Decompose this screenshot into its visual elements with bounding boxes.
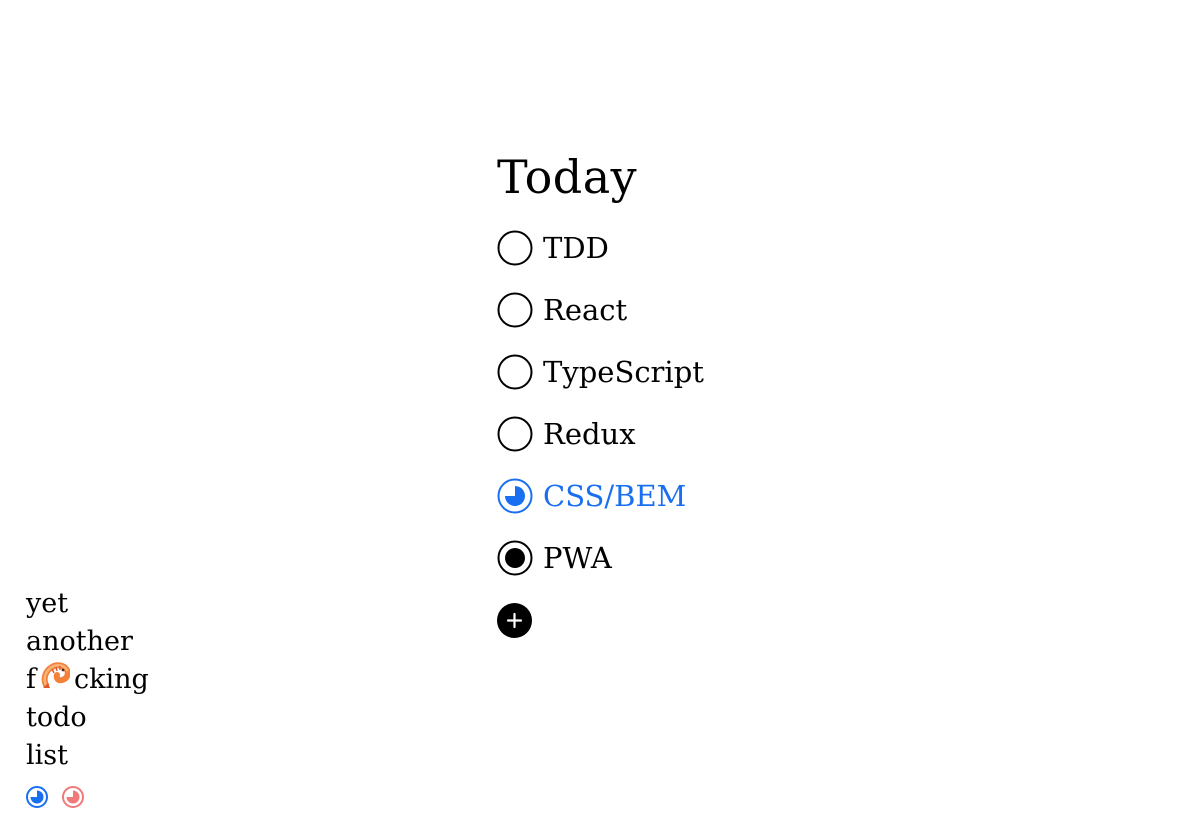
theme-switcher bbox=[25, 785, 85, 809]
list-title: Today bbox=[497, 150, 638, 204]
empty-radio-icon[interactable] bbox=[497, 292, 533, 328]
brand-word-f: f bbox=[26, 664, 36, 695]
red-theme-button[interactable] bbox=[61, 785, 85, 809]
checked-radio-icon[interactable] bbox=[497, 540, 533, 576]
todo-item[interactable]: CSS/BEM bbox=[497, 465, 917, 527]
empty-radio-icon[interactable] bbox=[497, 354, 533, 390]
todo-item[interactable]: React bbox=[497, 279, 917, 341]
todo-item-label: TypeScript bbox=[543, 355, 704, 389]
brand-word-todo: todo bbox=[26, 702, 87, 733]
add-item-button[interactable] bbox=[497, 602, 532, 638]
todo-item-label: React bbox=[543, 293, 628, 327]
app-branding: yet another f cking todo list bbox=[26, 585, 149, 775]
todo-item[interactable]: PWA bbox=[497, 527, 917, 589]
todo-item[interactable]: Redux bbox=[497, 403, 917, 465]
plus-icon bbox=[506, 612, 523, 628]
todo-item-label: Redux bbox=[543, 417, 636, 451]
brand-word-fcking: f cking bbox=[26, 661, 149, 699]
brand-word-list: list bbox=[26, 740, 68, 771]
brand-word-cking: cking bbox=[74, 664, 149, 695]
todo-item-label: PWA bbox=[543, 541, 612, 575]
blue-theme-icon bbox=[26, 786, 48, 808]
add-row bbox=[497, 589, 917, 651]
red-theme-icon bbox=[62, 786, 84, 808]
todo-item[interactable]: TypeScript bbox=[497, 341, 917, 403]
todo-item[interactable]: TDD bbox=[497, 217, 917, 279]
empty-radio-icon[interactable] bbox=[497, 230, 533, 266]
todo-list-panel: Today TDD React TypeScript Redux CSS/BEM PWA bbox=[497, 146, 917, 651]
shrimp-icon bbox=[40, 661, 71, 691]
brand-word-another: another bbox=[26, 626, 133, 657]
empty-radio-icon[interactable] bbox=[497, 416, 533, 452]
todo-items: TDD React TypeScript Redux CSS/BEM PWA bbox=[497, 217, 917, 589]
in-progress-radio-icon[interactable] bbox=[497, 478, 533, 514]
blue-theme-button[interactable] bbox=[25, 785, 49, 809]
todo-item-label: CSS/BEM bbox=[543, 479, 687, 513]
todo-item-label: TDD bbox=[543, 231, 609, 265]
brand-word-yet: yet bbox=[26, 588, 69, 619]
